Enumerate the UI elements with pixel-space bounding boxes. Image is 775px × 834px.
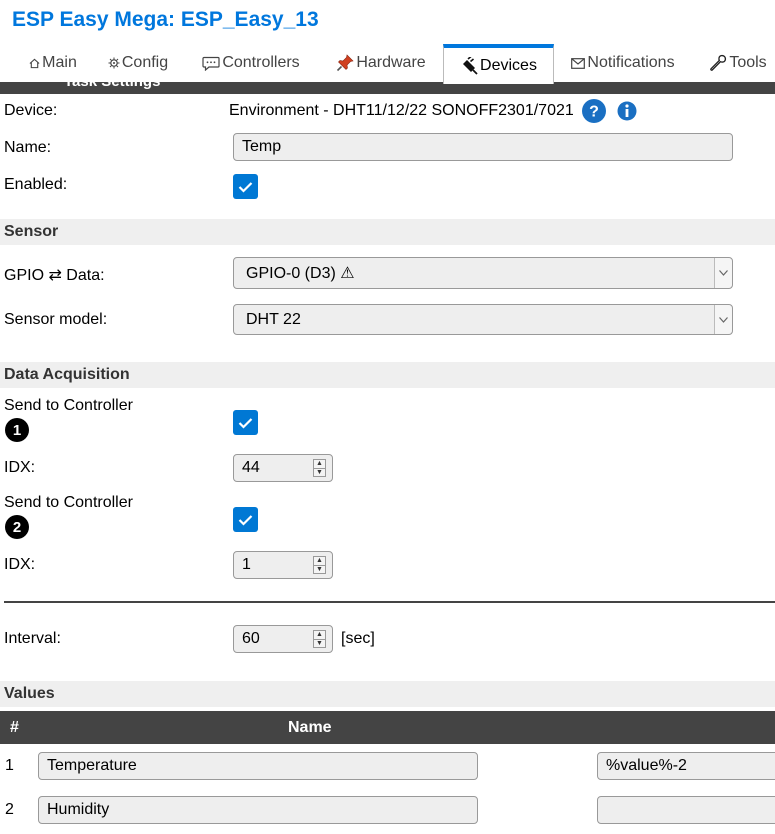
gpio-select[interactable]: GPIO-0 (D3) ⚠ xyxy=(233,257,733,289)
interval-input[interactable]: 60 ▲ ▼ xyxy=(233,625,333,653)
device-label: Device: xyxy=(4,102,58,119)
gpio-selected-value: GPIO-0 (D3) ⚠ xyxy=(246,265,355,282)
data-acquisition-section-header: Data Acquisition xyxy=(0,362,775,388)
interval-value: 60 xyxy=(242,630,260,647)
info-icon[interactable] xyxy=(617,100,637,122)
main-tabs: Main Config Controllers Hardware Devices… xyxy=(0,44,775,84)
tab-label: Notifications xyxy=(587,54,675,71)
send-to-controller-checkbox[interactable] xyxy=(233,410,258,435)
column-header-number: # xyxy=(10,719,19,736)
home-icon xyxy=(29,58,40,69)
tab-label: Devices xyxy=(480,57,537,74)
sensor-model-select[interactable]: DHT 22 xyxy=(233,304,733,335)
divider xyxy=(4,601,775,603)
value-formula-input[interactable] xyxy=(597,796,775,824)
number-spinner[interactable]: ▲ ▼ xyxy=(313,556,326,574)
gear-icon xyxy=(108,57,120,69)
idx-input[interactable]: 44 ▲ ▼ xyxy=(233,454,333,482)
name-input[interactable]: Temp xyxy=(233,133,733,161)
interval-unit: [sec] xyxy=(341,630,375,647)
controller-number-badge: 2 xyxy=(5,515,29,539)
values-section-header: Values xyxy=(0,681,775,707)
tab-label: Controllers xyxy=(222,54,300,71)
panel-title: Task Settings xyxy=(64,82,160,90)
section-title: Sensor xyxy=(4,223,59,240)
section-title: Values xyxy=(4,685,55,702)
spin-down-icon[interactable]: ▼ xyxy=(314,566,325,574)
spin-down-icon[interactable]: ▼ xyxy=(314,469,325,477)
section-title: Data Acquisition xyxy=(4,366,130,383)
idx-label: IDX: xyxy=(4,459,36,476)
task-settings-header: Task Settings xyxy=(0,82,775,94)
tab-controllers[interactable]: Controllers xyxy=(196,44,306,82)
tab-label: Config xyxy=(121,54,169,71)
chat-icon xyxy=(202,56,220,71)
help-icon[interactable]: ? xyxy=(582,99,606,123)
chevron-down-icon xyxy=(714,305,732,334)
value-formula-input[interactable]: %value%-2 xyxy=(597,752,775,780)
tab-tools[interactable]: Tools xyxy=(704,44,772,82)
sensor-section-header: Sensor xyxy=(0,219,775,245)
send-to-controller-checkbox[interactable] xyxy=(233,507,258,532)
plug-icon xyxy=(460,57,478,75)
value-row-number: 1 xyxy=(5,757,14,774)
value-name-input[interactable]: Temperature xyxy=(38,752,478,780)
send-to-controller-label: Send to Controller xyxy=(4,494,133,511)
wrench-icon xyxy=(709,54,727,72)
tab-label: Tools xyxy=(729,54,767,71)
enabled-checkbox[interactable] xyxy=(233,174,258,199)
controller-number-badge: 1 xyxy=(5,418,29,442)
mail-icon xyxy=(571,57,586,69)
device-value: Environment - DHT11/12/22 SONOFF2301/702… xyxy=(229,102,574,119)
value-name-input[interactable]: Humidity xyxy=(38,796,478,824)
number-spinner[interactable]: ▲ ▼ xyxy=(313,630,326,648)
check-icon xyxy=(238,181,253,193)
pin-icon xyxy=(336,54,354,72)
idx-value: 1 xyxy=(242,556,251,573)
name-label: Name: xyxy=(4,139,52,156)
spin-up-icon[interactable]: ▲ xyxy=(314,631,325,640)
number-spinner[interactable]: ▲ ▼ xyxy=(313,459,326,477)
send-to-controller-label: Send to Controller xyxy=(4,397,133,414)
idx-value: 44 xyxy=(242,459,260,476)
svg-text:?: ? xyxy=(589,104,599,121)
idx-input[interactable]: 1 ▲ ▼ xyxy=(233,551,333,579)
spin-up-icon[interactable]: ▲ xyxy=(314,460,325,469)
spin-down-icon[interactable]: ▼ xyxy=(314,640,325,648)
gpio-label: GPIO ⇄ Data: xyxy=(4,267,105,284)
tab-devices[interactable]: Devices xyxy=(443,44,554,84)
tab-main[interactable]: Main xyxy=(20,44,86,82)
values-table-header: # Name xyxy=(0,711,775,744)
check-icon xyxy=(238,514,253,526)
tab-label: Main xyxy=(42,54,77,71)
sensor-model-label: Sensor model: xyxy=(4,311,108,328)
interval-label: Interval: xyxy=(4,630,61,647)
value-row-number: 2 xyxy=(5,801,14,818)
enabled-label: Enabled: xyxy=(4,176,68,193)
tab-notifications[interactable]: Notifications xyxy=(566,44,680,82)
idx-label: IDX: xyxy=(4,556,36,573)
tab-hardware[interactable]: Hardware xyxy=(330,44,432,82)
tab-label: Hardware xyxy=(356,54,426,71)
chevron-down-icon xyxy=(714,258,732,288)
check-icon xyxy=(238,417,253,429)
sensor-model-selected-value: DHT 22 xyxy=(246,310,301,328)
column-header-name: Name xyxy=(288,719,332,736)
tab-config[interactable]: Config xyxy=(100,44,176,82)
app-title: ESP Easy Mega: ESP_Easy_13 xyxy=(12,8,319,31)
spin-up-icon[interactable]: ▲ xyxy=(314,557,325,566)
